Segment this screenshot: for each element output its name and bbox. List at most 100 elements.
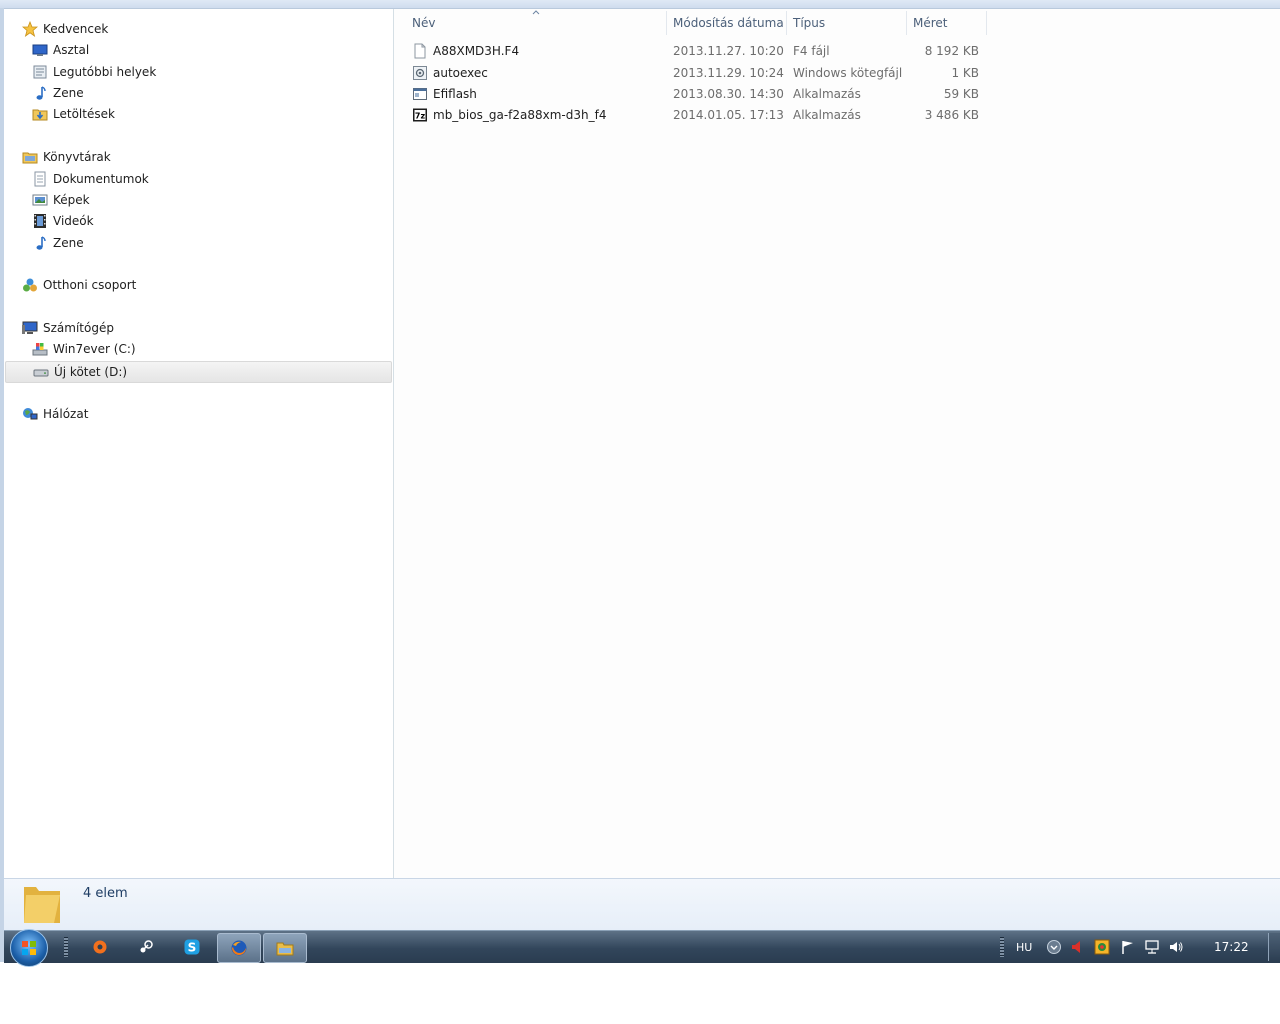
column-divider[interactable] [986, 11, 987, 35]
desktop-icon [32, 42, 48, 58]
nav-network[interactable]: Hálózat [22, 404, 88, 424]
column-divider[interactable] [786, 11, 787, 35]
nav-favorites[interactable]: Kedvencek [21, 19, 108, 39]
explorer-window: Kedvencek Asztal Legutóbbi helyek Zene L… [0, 0, 1280, 967]
steam-icon [140, 940, 153, 953]
column-header-size[interactable]: Méret [913, 11, 983, 35]
system-drive-icon [32, 341, 48, 357]
music-icon [32, 85, 48, 101]
column-divider[interactable] [666, 11, 667, 35]
file-row[interactable]: autoexec 2013.11.29. 10:24 Windows köteg… [410, 63, 986, 83]
nav-item-pictures[interactable]: Képek [32, 190, 90, 210]
application-icon [412, 86, 428, 106]
folder-icon [22, 883, 64, 930]
taskbar-firefox-button[interactable] [217, 933, 261, 963]
taskbar: S HU 17:22 [4, 929, 1280, 967]
nav-item-drive-c[interactable]: Win7ever (C:) [32, 339, 136, 359]
taskbar-steam-button[interactable] [125, 933, 167, 961]
file-size: 3 486 KB [924, 108, 979, 122]
file-list-pane: Név Módosítás dátuma Típus Méret A88XMD3… [394, 9, 1280, 878]
nav-homegroup[interactable]: Otthoni csoport [22, 275, 136, 295]
nav-item-label: Legutóbbi helyek [53, 65, 157, 79]
taskbar-explorer-button[interactable] [263, 933, 307, 963]
file-name: Efiflash [433, 87, 477, 101]
nav-item-downloads[interactable]: Letöltések [32, 104, 115, 124]
videos-icon [32, 213, 48, 229]
tray-action-center[interactable] [1120, 931, 1136, 963]
nav-homegroup-label: Otthoni csoport [43, 278, 137, 292]
file-size: 8 192 KB [924, 44, 979, 58]
file-name: mb_bios_ga-f2a88xm-d3h_f4 [433, 108, 607, 122]
file-size: 1 KB [951, 66, 979, 80]
start-button[interactable] [10, 929, 48, 967]
nav-libraries[interactable]: Könyvtárak [22, 147, 111, 167]
language-indicator[interactable]: HU [1016, 931, 1032, 963]
file-date: 2013.08.30. 14:30 [673, 87, 784, 101]
nav-item-label: Win7ever (C:) [53, 342, 136, 356]
drive-icon [33, 364, 49, 380]
file-type: Alkalmazás [793, 87, 861, 101]
column-header-date[interactable]: Módosítás dátuma [673, 11, 785, 35]
pictures-icon [32, 192, 48, 208]
nav-item-documents[interactable]: Dokumentumok [32, 169, 149, 189]
file-row[interactable]: Efiflash 2013.08.30. 14:30 Alkalmazás 59… [410, 84, 986, 104]
nav-item-label: Videók [53, 214, 94, 228]
tray-volume[interactable] [1168, 931, 1184, 963]
tray-arrow-button[interactable] [1046, 931, 1062, 963]
nav-item-label: Dokumentumok [53, 172, 149, 186]
item-count: 4 elem [83, 886, 128, 901]
origin-icon [93, 940, 107, 954]
navigation-pane: Kedvencek Asztal Legutóbbi helyek Zene L… [4, 9, 394, 878]
file-type: Alkalmazás [793, 108, 861, 122]
column-divider[interactable] [906, 11, 907, 35]
file-name: autoexec [433, 66, 488, 80]
nav-item-drive-d[interactable]: Új kötet (D:) [5, 361, 392, 383]
taskbar-grip[interactable] [64, 937, 68, 957]
tray-app-icon[interactable] [1094, 931, 1110, 963]
7zip-icon: 7z [412, 107, 428, 127]
clock[interactable]: 17:22 [1214, 931, 1249, 963]
nav-item-label: Képek [53, 193, 90, 207]
file-size: 59 KB [943, 87, 979, 101]
batch-file-icon [412, 65, 428, 85]
network-status-icon [1145, 940, 1159, 954]
file-row[interactable]: A88XMD3H.F4 2013.11.27. 10:20 F4 fájl 8 … [410, 41, 986, 61]
file-row[interactable]: 7z mb_bios_ga-f2a88xm-d3h_f4 2014.01.05.… [410, 105, 986, 125]
taskbar-origin-button[interactable] [79, 933, 121, 961]
tray-grip[interactable] [1000, 937, 1004, 957]
file-name: A88XMD3H.F4 [433, 44, 520, 58]
nav-item-desktop[interactable]: Asztal [32, 40, 89, 60]
computer-icon [22, 320, 38, 336]
star-icon [21, 20, 39, 37]
nav-item-videos[interactable]: Videók [32, 211, 94, 231]
nav-item-recent-places[interactable]: Legutóbbi helyek [32, 62, 156, 82]
svg-text:7z: 7z [415, 112, 426, 121]
documents-icon [32, 171, 48, 187]
nav-network-label: Hálózat [43, 407, 89, 421]
taskbar-skype-button[interactable]: S [171, 933, 213, 961]
nav-item-label: Új kötet (D:) [54, 365, 128, 379]
show-desktop-button[interactable] [1268, 933, 1280, 961]
details-pane: 4 elem [4, 878, 1280, 931]
column-header-type[interactable]: Típus [793, 11, 905, 35]
tray-speaker-red[interactable] [1070, 931, 1082, 963]
homegroup-icon [22, 277, 38, 293]
svg-text:S: S [188, 941, 197, 955]
recent-places-icon [32, 64, 48, 80]
windows-logo-icon [22, 941, 36, 955]
downloads-icon [32, 106, 48, 122]
column-header-name[interactable]: Név [412, 11, 662, 35]
nav-item-label: Zene [53, 86, 84, 100]
nav-item-label: Letöltések [53, 107, 115, 121]
libraries-icon [22, 149, 38, 165]
music-icon [32, 235, 48, 251]
firefox-icon [231, 940, 247, 956]
nav-item-library-music[interactable]: Zene [32, 233, 84, 253]
nav-item-music[interactable]: Zene [32, 83, 84, 103]
nav-computer[interactable]: Számítógép [22, 318, 114, 338]
skype-icon: S [184, 939, 200, 955]
tray-network[interactable] [1144, 931, 1160, 963]
file-type: Windows kötegfájl [793, 66, 903, 80]
nav-computer-label: Számítógép [43, 321, 114, 335]
network-icon [22, 406, 38, 422]
